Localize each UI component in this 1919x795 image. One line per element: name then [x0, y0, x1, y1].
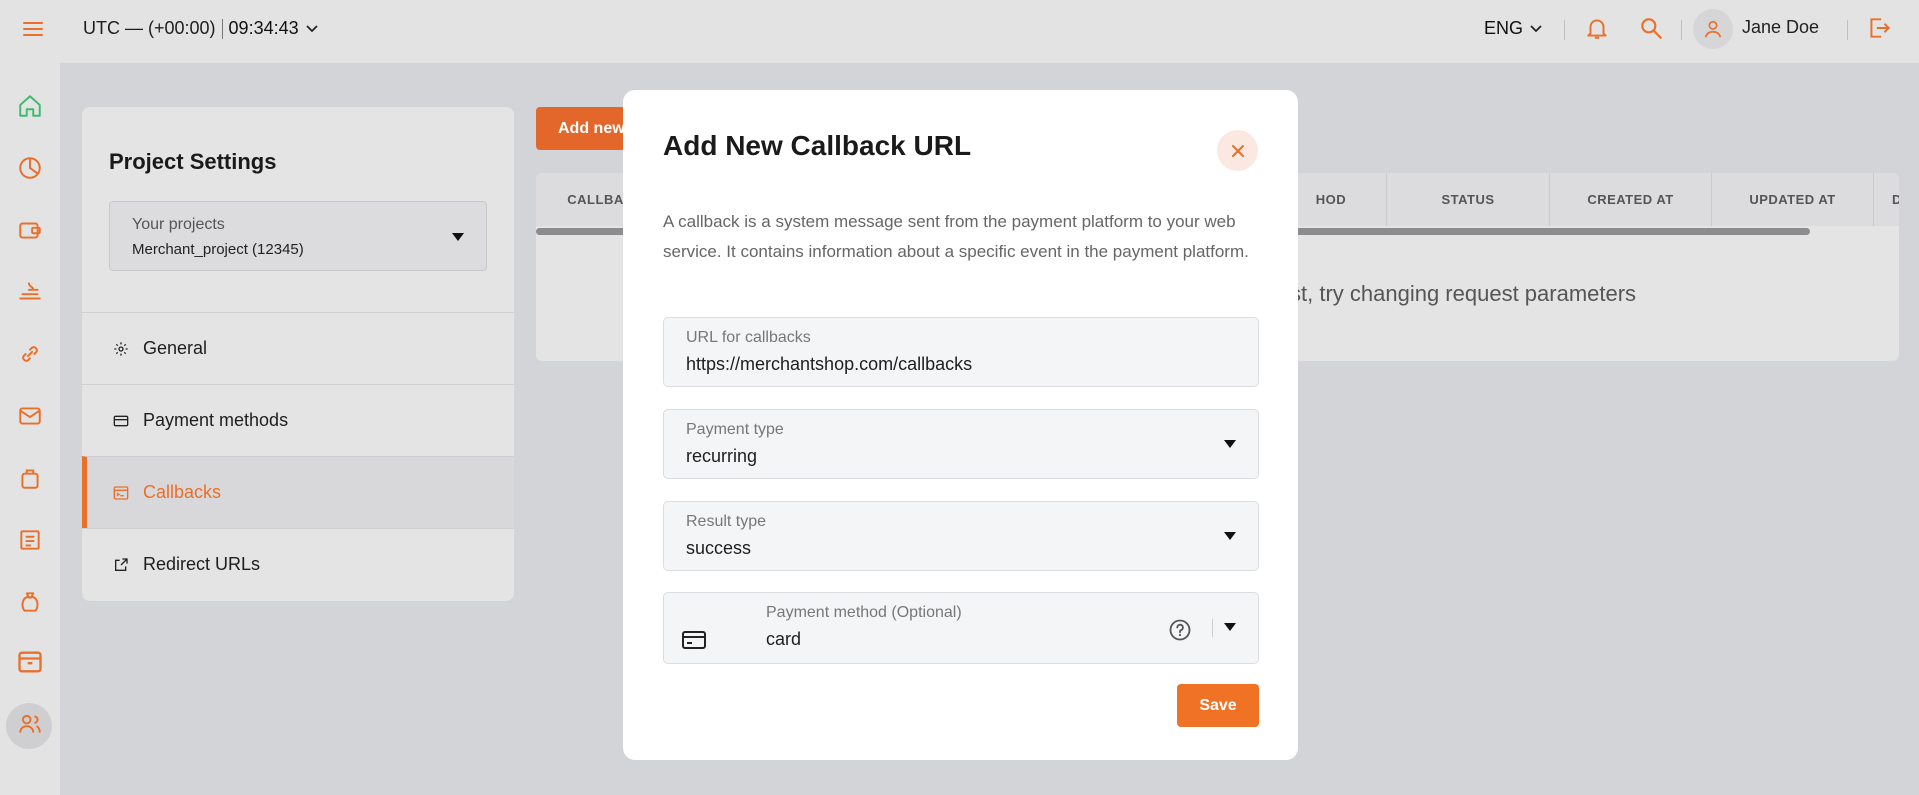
project-select[interactable]: Your projects Merchant_project (12345)	[109, 201, 487, 271]
user-icon	[1704, 20, 1722, 38]
menu-item-label: Redirect URLs	[143, 554, 261, 574]
panel-title: Project Settings	[109, 149, 277, 174]
bell-icon[interactable]	[1584, 15, 1610, 41]
caret-down-icon	[1224, 440, 1236, 448]
close-button[interactable]	[1217, 130, 1258, 171]
divider	[1847, 20, 1848, 40]
clock-time: 09:34:43	[228, 18, 299, 38]
project-select-value: Merchant_project (12345)	[132, 241, 304, 258]
caret-down-icon	[1224, 623, 1236, 631]
column-header[interactable]: UPDATED AT	[1712, 173, 1874, 226]
callback-url-field[interactable]: URL for callbacks https://merchantshop.c…	[663, 317, 1259, 387]
wallet-icon[interactable]	[15, 215, 45, 245]
search-icon[interactable]	[1638, 15, 1664, 41]
help-icon[interactable]	[1169, 619, 1191, 641]
add-callback-modal: Add New Callback URL A callback is a sys…	[623, 90, 1298, 760]
result-type-select[interactable]: Result type success	[663, 501, 1259, 571]
menu-item-label: Callbacks	[143, 482, 222, 502]
divider	[1681, 20, 1682, 40]
logout-icon[interactable]	[1866, 15, 1892, 41]
link-icon[interactable]	[15, 339, 45, 369]
menu-icon[interactable]	[21, 17, 45, 41]
analytics-icon[interactable]	[15, 153, 45, 183]
menu-item-payment-methods[interactable]: Payment methods	[82, 384, 514, 456]
payment-type-select[interactable]: Payment type recurring	[663, 409, 1259, 479]
field-label: Result type	[686, 513, 767, 530]
divider	[1212, 619, 1213, 637]
card-icon	[682, 631, 706, 649]
timezone-label: UTC — (+00:00)	[83, 18, 216, 38]
field-value: card	[766, 629, 802, 649]
timezone-selector[interactable]: UTC — (+00:00) 09:34:43	[83, 18, 319, 39]
project-select-label: Your projects	[132, 216, 225, 233]
empty-state-message: st, try changing request parameters	[1290, 281, 1637, 306]
menu-item-redirect-urls[interactable]: Redirect URLs	[82, 528, 514, 600]
caret-down-icon	[452, 233, 464, 241]
report-icon[interactable]	[15, 525, 45, 555]
menu-item-label: Payment methods	[143, 410, 289, 430]
column-header[interactable]: D	[1874, 173, 1899, 226]
chevron-down-icon	[305, 24, 318, 32]
top-bar: UTC — (+00:00) 09:34:43 ENG Jane Doe	[0, 0, 1919, 63]
modal-description: A callback is a system message sent from…	[663, 212, 1249, 261]
field-value: https://merchantshop.com/callbacks	[686, 354, 973, 374]
card-icon	[112, 412, 130, 430]
payouts-icon[interactable]	[15, 277, 45, 307]
left-rail	[0, 63, 60, 795]
avatar[interactable]	[1693, 9, 1733, 49]
terminal-icon	[112, 484, 130, 502]
modal-title: Add New Callback URL	[663, 130, 972, 161]
bag-icon[interactable]	[15, 463, 45, 493]
moneybag-icon[interactable]	[15, 587, 45, 617]
users-icon[interactable]	[15, 709, 45, 739]
external-link-icon	[112, 556, 130, 574]
payment-method-select[interactable]: Payment method (Optional) card	[663, 592, 1259, 664]
chevron-down-icon	[1530, 24, 1542, 32]
caret-down-icon	[1224, 532, 1236, 540]
gear-icon	[112, 340, 130, 358]
column-header[interactable]: STATUS	[1387, 173, 1550, 226]
menu-item-general[interactable]: General	[82, 312, 514, 384]
menu-item-label: General	[143, 338, 208, 358]
language-label: ENG	[1484, 18, 1524, 38]
divider	[221, 18, 223, 39]
field-value: success	[686, 538, 752, 558]
field-value: recurring	[686, 446, 758, 466]
user-name[interactable]: Jane Doe	[1742, 17, 1819, 38]
divider	[1564, 20, 1565, 40]
home-icon[interactable]	[15, 91, 45, 121]
projects-icon[interactable]	[15, 647, 45, 677]
menu-item-callbacks[interactable]: Callbacks	[82, 456, 514, 528]
column-header[interactable]: CREATED AT	[1550, 173, 1712, 226]
language-selector[interactable]: ENG	[1484, 18, 1543, 39]
field-label: URL for callbacks	[686, 329, 811, 346]
add-new-button[interactable]: Add new	[536, 107, 626, 150]
mail-icon[interactable]	[15, 401, 45, 431]
save-button[interactable]: Save	[1177, 684, 1259, 727]
close-icon	[1231, 144, 1244, 157]
project-settings-panel: Project Settings Your projects Merchant_…	[82, 107, 514, 601]
field-label: Payment type	[686, 421, 784, 438]
field-label: Payment method (Optional)	[766, 604, 962, 621]
